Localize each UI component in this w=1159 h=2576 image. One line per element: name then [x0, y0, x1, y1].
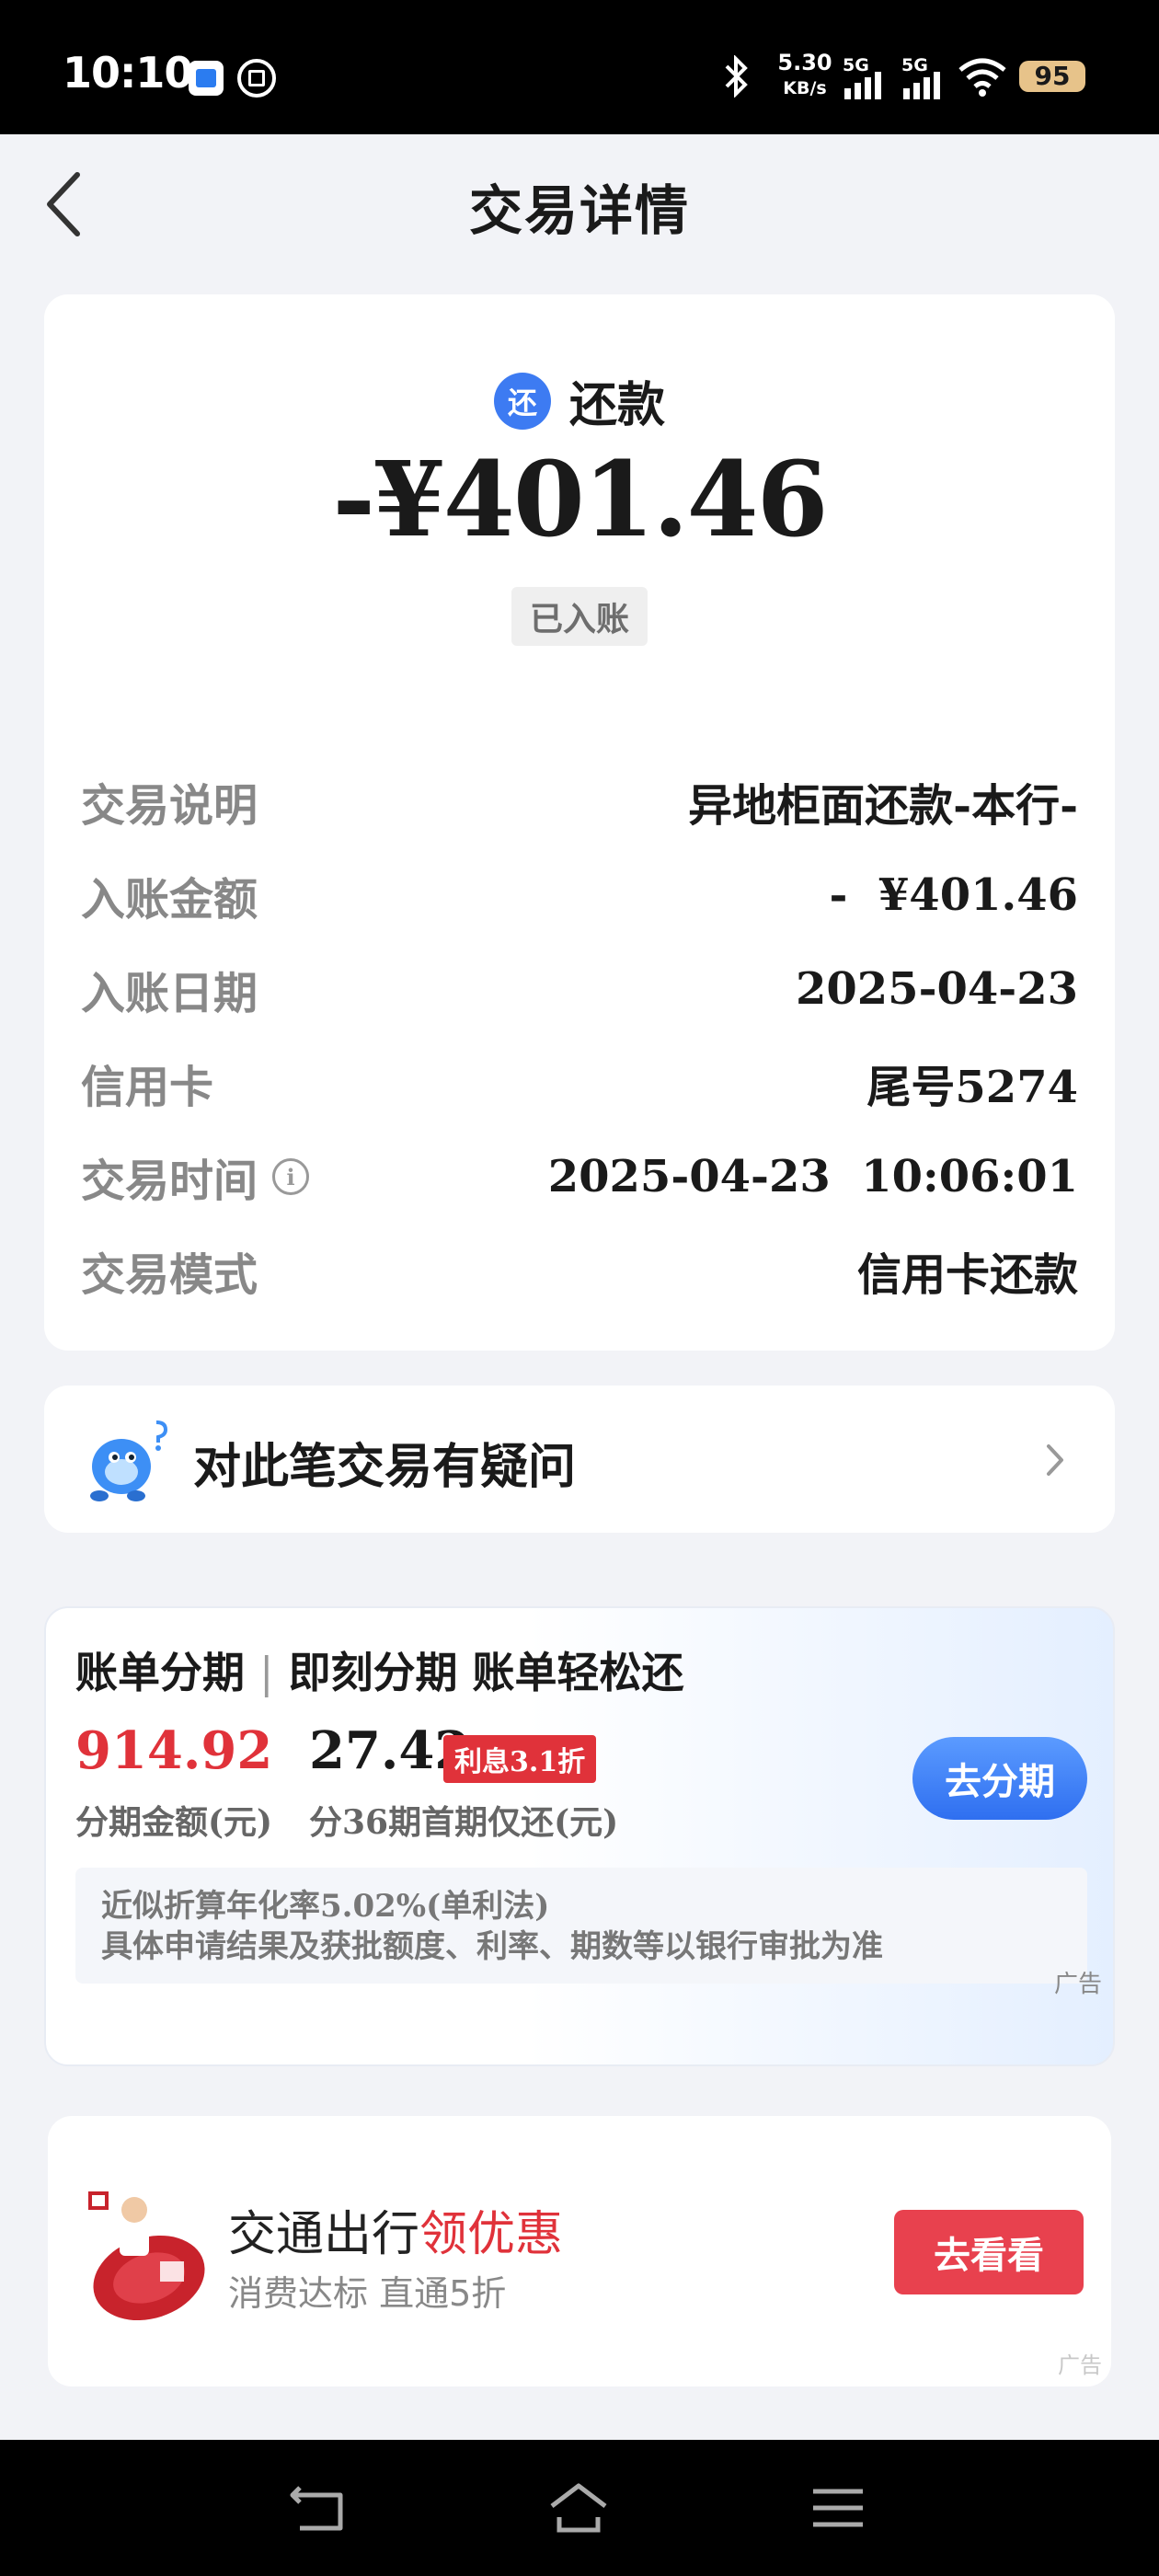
app-notification-icon	[189, 61, 224, 96]
detail-row-credit-card: 信用卡 尾号5274	[81, 1062, 1078, 1113]
home-nav-button[interactable]	[546, 2480, 611, 2536]
detail-row-description: 交易说明 异地柜面还款-本行-	[81, 780, 1078, 832]
detail-list: 交易说明 异地柜面还款-本行- 入账金额 - ¥401.46 入账日期 2025…	[81, 754, 1078, 1317]
info-icon[interactable]: i	[272, 1158, 310, 1195]
interest-discount-tag: 利息3.1折	[443, 1735, 597, 1783]
installment-title: 账单分期 | 即刻分期 账单轻松还	[75, 1648, 684, 1697]
signal-icon-sim2: 5G	[901, 55, 957, 99]
navigation-bar	[0, 2440, 1159, 2576]
question-label: 对此笔交易有疑问	[193, 1439, 577, 1495]
transaction-type-label: 还款	[568, 377, 665, 433]
installment-note: 近似折算年化率5.02%(单利法) 具体申请结果及获批额度、利率、期数等以银行审…	[75, 1868, 1087, 1984]
detail-key-transaction-time: 交易时间	[81, 1156, 258, 1207]
back-nav-icon	[290, 2486, 343, 2531]
detail-row-transaction-time: 交易时间 i 2025-04-23 10:06:01	[81, 1130, 1078, 1224]
promo-image	[79, 2182, 226, 2329]
ad-label: 广告	[1053, 1971, 1102, 1998]
first-payment-label: 分36期首期仅还(元)	[309, 1803, 619, 1842]
header: 交易详情	[0, 134, 1159, 272]
chevron-right-icon	[1047, 1444, 1063, 1476]
bluetooth-icon	[723, 54, 751, 107]
transaction-type: 还 还款	[44, 366, 1115, 435]
status-bar: 10:10 5.30 KB/s 5G 5G 95	[0, 0, 1159, 134]
back-nav-button[interactable]	[287, 2480, 351, 2536]
menu-nav-button[interactable]	[806, 2480, 870, 2536]
transaction-amount: -¥401.46	[332, 440, 828, 560]
signal-icon-sim1: 5G	[843, 55, 898, 99]
go-see-button[interactable]: 去看看	[894, 2210, 1084, 2294]
repayment-icon: 还	[493, 372, 551, 430]
installment-amount-label: 分期金额(元)	[75, 1803, 273, 1842]
status-badge: 已入账	[511, 587, 648, 646]
go-installment-button[interactable]: 去分期	[912, 1737, 1087, 1820]
detail-row-posted-date: 入账日期 2025-04-23	[81, 963, 1078, 1019]
menu-icon	[813, 2489, 863, 2527]
detail-row-transaction-mode: 交易模式 信用卡还款	[81, 1249, 1078, 1301]
installment-ad-card[interactable]: 账单分期 | 即刻分期 账单轻松还 914.92 分期金额(元) 27.42 利息3…	[44, 1606, 1115, 2066]
wifi-icon	[957, 55, 1008, 98]
question-entry[interactable]: 对此笔交易有疑问	[44, 1386, 1115, 1533]
promo-title: 交通出行领优惠	[228, 2207, 564, 2262]
battery-indicator: 95	[1019, 61, 1085, 92]
detail-row-posted-amount: 入账金额 - ¥401.46	[81, 869, 1078, 926]
promo-subtitle: 消费达标 直通5折	[228, 2273, 507, 2314]
network-speed: 5.30 KB/s	[777, 50, 832, 98]
page-title: 交易详情	[468, 179, 690, 242]
bank-notification-icon	[237, 59, 276, 98]
ad-label: 广告	[1058, 2352, 1102, 2378]
transaction-card: 还 还款 -¥401.46 已入账 交易说明 异地柜面还款-本行- 入账金额 -…	[44, 294, 1115, 1351]
promo-ad-card[interactable]: 交通出行领优惠 消费达标 直通5折 去看看 广告	[48, 2116, 1111, 2386]
installment-amount: 914.92	[75, 1720, 273, 1781]
mascot-icon	[81, 1413, 173, 1505]
status-time: 10:10	[63, 48, 193, 98]
home-icon	[550, 2483, 607, 2533]
